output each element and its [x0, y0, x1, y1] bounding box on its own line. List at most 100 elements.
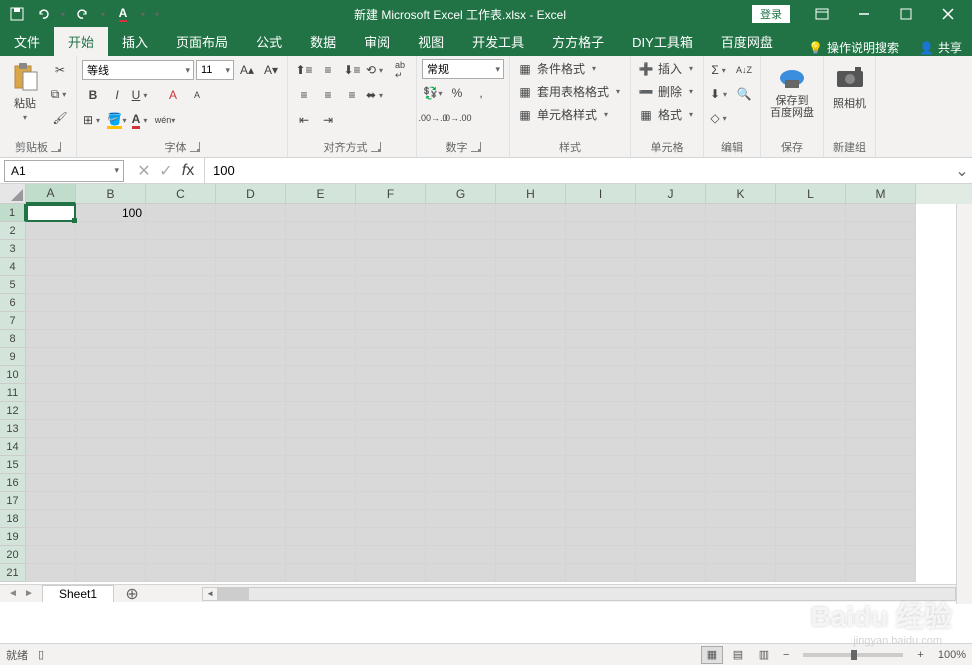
cell-J4[interactable]: [636, 258, 706, 276]
cell-K10[interactable]: [706, 366, 776, 384]
cell-B11[interactable]: [76, 384, 146, 402]
cell-B1[interactable]: 100: [76, 204, 146, 222]
insert-cells-button[interactable]: ➕插入▾: [636, 59, 698, 78]
format-painter-icon[interactable]: 🖌: [49, 107, 71, 129]
row-header-18[interactable]: 18: [0, 510, 26, 528]
cell-L1[interactable]: [776, 204, 846, 222]
cell-I7[interactable]: [566, 312, 636, 330]
cell-I6[interactable]: [566, 294, 636, 312]
cell-D2[interactable]: [216, 222, 286, 240]
cell-I21[interactable]: [566, 564, 636, 582]
enter-formula-icon[interactable]: ✓: [156, 161, 176, 181]
decrease-indent-icon[interactable]: ⇤: [293, 109, 315, 131]
cell-L21[interactable]: [776, 564, 846, 582]
cell-B14[interactable]: [76, 438, 146, 456]
minimize-icon[interactable]: [844, 0, 884, 28]
cell-M17[interactable]: [846, 492, 916, 510]
cell-H17[interactable]: [496, 492, 566, 510]
cell-L9[interactable]: [776, 348, 846, 366]
cell-H20[interactable]: [496, 546, 566, 564]
cell-E2[interactable]: [286, 222, 356, 240]
cell-E20[interactable]: [286, 546, 356, 564]
cell-I13[interactable]: [566, 420, 636, 438]
cell-H2[interactable]: [496, 222, 566, 240]
cell-styles-button[interactable]: ▦单元格样式▾: [515, 105, 625, 124]
cell-E14[interactable]: [286, 438, 356, 456]
name-box[interactable]: A1: [4, 160, 124, 182]
cell-C21[interactable]: [146, 564, 216, 582]
select-all-corner[interactable]: [0, 184, 26, 204]
cell-K20[interactable]: [706, 546, 776, 564]
cell-F16[interactable]: [356, 474, 426, 492]
cell-H21[interactable]: [496, 564, 566, 582]
cell-C14[interactable]: [146, 438, 216, 456]
cell-L3[interactable]: [776, 240, 846, 258]
cell-D11[interactable]: [216, 384, 286, 402]
cell-K7[interactable]: [706, 312, 776, 330]
cell-D1[interactable]: [216, 204, 286, 222]
cell-M21[interactable]: [846, 564, 916, 582]
cell-I4[interactable]: [566, 258, 636, 276]
cell-K8[interactable]: [706, 330, 776, 348]
cell-D7[interactable]: [216, 312, 286, 330]
merge-icon[interactable]: ⬌▾: [365, 84, 387, 106]
row-header-14[interactable]: 14: [0, 438, 26, 456]
cell-A4[interactable]: [26, 258, 76, 276]
row-header-4[interactable]: 4: [0, 258, 26, 276]
zoom-slider[interactable]: [803, 653, 903, 657]
cell-F12[interactable]: [356, 402, 426, 420]
align-left-icon[interactable]: ≡: [293, 84, 315, 106]
font-color-qat-dropdown[interactable]: ▾: [138, 10, 148, 19]
cell-J17[interactable]: [636, 492, 706, 510]
align-middle-icon[interactable]: ≡: [317, 59, 339, 81]
cell-K5[interactable]: [706, 276, 776, 294]
cell-F8[interactable]: [356, 330, 426, 348]
cell-A12[interactable]: [26, 402, 76, 420]
cell-J12[interactable]: [636, 402, 706, 420]
row-header-20[interactable]: 20: [0, 546, 26, 564]
cell-G8[interactable]: [426, 330, 496, 348]
wrap-text-icon[interactable]: ab↵: [389, 59, 411, 81]
row-header-10[interactable]: 10: [0, 366, 26, 384]
cell-I15[interactable]: [566, 456, 636, 474]
tab-开始[interactable]: 开始: [54, 27, 108, 56]
cell-H11[interactable]: [496, 384, 566, 402]
col-header-M[interactable]: M: [846, 184, 916, 204]
cell-H4[interactable]: [496, 258, 566, 276]
cell-A17[interactable]: [26, 492, 76, 510]
page-break-view-icon[interactable]: ▥: [753, 646, 775, 664]
cell-B3[interactable]: [76, 240, 146, 258]
cell-L10[interactable]: [776, 366, 846, 384]
col-header-F[interactable]: F: [356, 184, 426, 204]
decrease-decimal-icon[interactable]: .0→.00: [446, 107, 468, 129]
cell-E6[interactable]: [286, 294, 356, 312]
cell-K19[interactable]: [706, 528, 776, 546]
decrease-font-icon[interactable]: A▾: [260, 59, 282, 81]
cell-L7[interactable]: [776, 312, 846, 330]
cell-E10[interactable]: [286, 366, 356, 384]
tab-页面布局[interactable]: 页面布局: [162, 27, 242, 56]
underline-button[interactable]: U▾: [130, 84, 152, 106]
column-headers[interactable]: ABCDEFGHIJKLM: [26, 184, 972, 204]
cell-A2[interactable]: [26, 222, 76, 240]
row-header-13[interactable]: 13: [0, 420, 26, 438]
sheet-nav-last-icon[interactable]: ►: [22, 587, 36, 601]
cell-F2[interactable]: [356, 222, 426, 240]
cell-C17[interactable]: [146, 492, 216, 510]
cell-G21[interactable]: [426, 564, 496, 582]
col-header-E[interactable]: E: [286, 184, 356, 204]
cell-A15[interactable]: [26, 456, 76, 474]
font-color-icon[interactable]: A▾: [130, 109, 152, 131]
cell-K18[interactable]: [706, 510, 776, 528]
cell-B4[interactable]: [76, 258, 146, 276]
cell-D14[interactable]: [216, 438, 286, 456]
cell-I18[interactable]: [566, 510, 636, 528]
increase-indent-icon[interactable]: ⇥: [317, 109, 339, 131]
cell-H1[interactable]: [496, 204, 566, 222]
cell-K16[interactable]: [706, 474, 776, 492]
cell-C4[interactable]: [146, 258, 216, 276]
cell-K11[interactable]: [706, 384, 776, 402]
cell-E3[interactable]: [286, 240, 356, 258]
tab-审阅[interactable]: 审阅: [350, 27, 404, 56]
row-header-19[interactable]: 19: [0, 528, 26, 546]
